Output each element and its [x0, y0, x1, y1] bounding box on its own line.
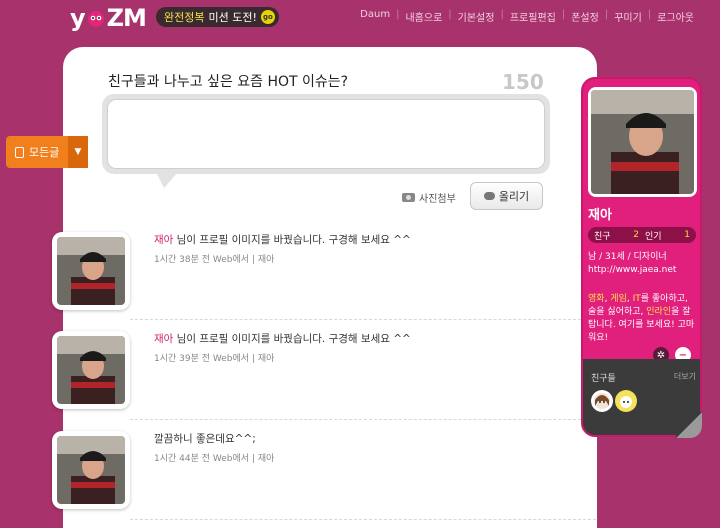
profile-stats: 친구 2 인기 1 — [588, 227, 696, 243]
popular-label: 인기 — [645, 231, 662, 242]
nav-profile-edit[interactable]: 프로필편집 — [504, 9, 562, 24]
feed-meta: 1시간 44분 전 Web에서 | 재아 — [154, 454, 275, 464]
nav-daum[interactable]: Daum — [354, 9, 396, 24]
all-posts-label: 모든글 — [29, 146, 60, 159]
friends-label: 친구 — [594, 231, 611, 242]
nav-phone-settings[interactable]: 폰설정 — [565, 9, 605, 24]
popular-count[interactable]: 1 — [684, 230, 690, 240]
bio-highlight: 영화 — [588, 294, 605, 304]
mission-badge[interactable]: 완전정복 미션 도전! go — [156, 7, 279, 27]
all-posts-tab[interactable]: 모든글 ▼ — [6, 136, 88, 168]
page-curl — [676, 412, 702, 438]
feed-text: 깔끔하니 좋은데요^^; — [154, 433, 256, 445]
nav-logout[interactable]: 로그아웃 — [651, 9, 700, 24]
logo-face-icon — [86, 8, 106, 28]
feed-author[interactable]: 재아 — [258, 255, 275, 265]
composer-textarea[interactable] — [107, 99, 545, 169]
feed-user-link[interactable]: 재아 — [154, 234, 173, 246]
list-item: 재아 님이 프로필 이미지를 바꿨습니다. 구경해 보세요 ^^ 1시간 38분… — [52, 232, 542, 322]
friends-section-title: 친구들 — [591, 374, 616, 384]
friend-avatar[interactable] — [615, 390, 637, 412]
friend-avatar[interactable] — [591, 390, 613, 412]
mission-highlight: 완전정복 — [164, 11, 205, 24]
feed-time: 1시간 44분 전 Web에서 — [154, 454, 250, 464]
feed-divider — [130, 419, 596, 420]
mission-text: 미션 도전! — [208, 11, 257, 24]
feed-message: 재아 님이 프로필 이미지를 바꿨습니다. 구경해 보세요 ^^ — [154, 232, 411, 247]
profile-card: 재아 친구 2 인기 1 남 / 31세 / 디자이너 http://www.j… — [581, 77, 702, 437]
feed-author[interactable]: 재아 — [258, 454, 275, 464]
bio-highlight: 인라인 — [646, 307, 672, 317]
camera-icon — [402, 193, 415, 202]
avatar[interactable] — [52, 331, 130, 409]
profile-info-line: 남 / 31세 / 디자이너 — [588, 252, 667, 262]
attach-photo-button[interactable]: 사진첨부 — [402, 190, 456, 205]
go-icon[interactable]: go — [260, 10, 275, 24]
char-counter: 150 — [502, 70, 544, 94]
speech-bubble-icon — [483, 192, 495, 200]
top-nav: Daum | 내홈으로 | 기본설정 | 프로필편집 | 폰설정 | 꾸미기 | 로그아웃 — [354, 9, 700, 24]
avatar[interactable] — [52, 232, 130, 310]
chevron-down-icon[interactable]: ▼ — [68, 136, 88, 168]
list-item: 깔끔하니 좋은데요^^; 1시간 44분 전 Web에서 | 재아 — [52, 431, 542, 521]
friends-count[interactable]: 2 — [633, 230, 639, 240]
profile-avatar[interactable] — [588, 87, 697, 197]
document-icon — [15, 146, 24, 158]
post-button-label: 올리기 — [498, 190, 530, 203]
post-button[interactable]: 올리기 — [470, 182, 543, 210]
speech-tail — [156, 172, 178, 188]
feed-meta: 1시간 39분 전 Web에서 | 재아 — [154, 354, 275, 364]
composer-question: 친구들과 나누고 싶은 요즘 HOT 이슈는? — [108, 74, 349, 90]
feed-text: 님이 프로필 이미지를 바꿨습니다. 구경해 보세요 ^^ — [176, 234, 411, 246]
yozm-logo[interactable]: y ZM — [70, 4, 147, 32]
profile-url[interactable]: http://www.jaea.net — [588, 264, 676, 277]
feed-meta: 1시간 38분 전 Web에서 | 재아 — [154, 255, 275, 265]
feed-time: 1시간 38분 전 Web에서 — [154, 255, 250, 265]
feed-user-link[interactable]: 재아 — [154, 333, 173, 345]
feed-message: 재아 님이 프로필 이미지를 바꿨습니다. 구경해 보세요 ^^ — [154, 331, 411, 346]
profile-info: 남 / 31세 / 디자이너 http://www.jaea.net — [588, 251, 676, 277]
nav-basic-settings[interactable]: 기본설정 — [452, 9, 501, 24]
profile-name: 재아 — [588, 208, 612, 223]
feed-message: 깔끔하니 좋은데요^^; — [154, 431, 256, 446]
feed-time: 1시간 39분 전 Web에서 — [154, 354, 250, 364]
nav-decorate[interactable]: 꾸미기 — [608, 9, 648, 24]
more-link[interactable]: 더보기 — [674, 371, 696, 382]
feed-divider — [130, 319, 596, 320]
feed-author[interactable]: 재아 — [258, 354, 275, 364]
list-item: 재아 님이 프로필 이미지를 바꿨습니다. 구경해 보세요 ^^ 1시간 39분… — [52, 331, 542, 421]
composer-frame — [102, 94, 550, 174]
profile-bio: 영화, 게임, IT를 좋아하고, 술을 싫어하고, 인라인을 잘 탑니다. 여… — [588, 293, 698, 345]
avatar[interactable] — [52, 431, 130, 509]
feed-text: 님이 프로필 이미지를 바꿨습니다. 구경해 보세요 ^^ — [176, 333, 411, 345]
bio-highlight: IT — [632, 294, 641, 304]
nav-my-home[interactable]: 내홈으로 — [399, 9, 448, 24]
feed-divider — [130, 519, 596, 520]
bio-highlight: 게임 — [610, 294, 627, 304]
attach-photo-label: 사진첨부 — [419, 194, 456, 205]
